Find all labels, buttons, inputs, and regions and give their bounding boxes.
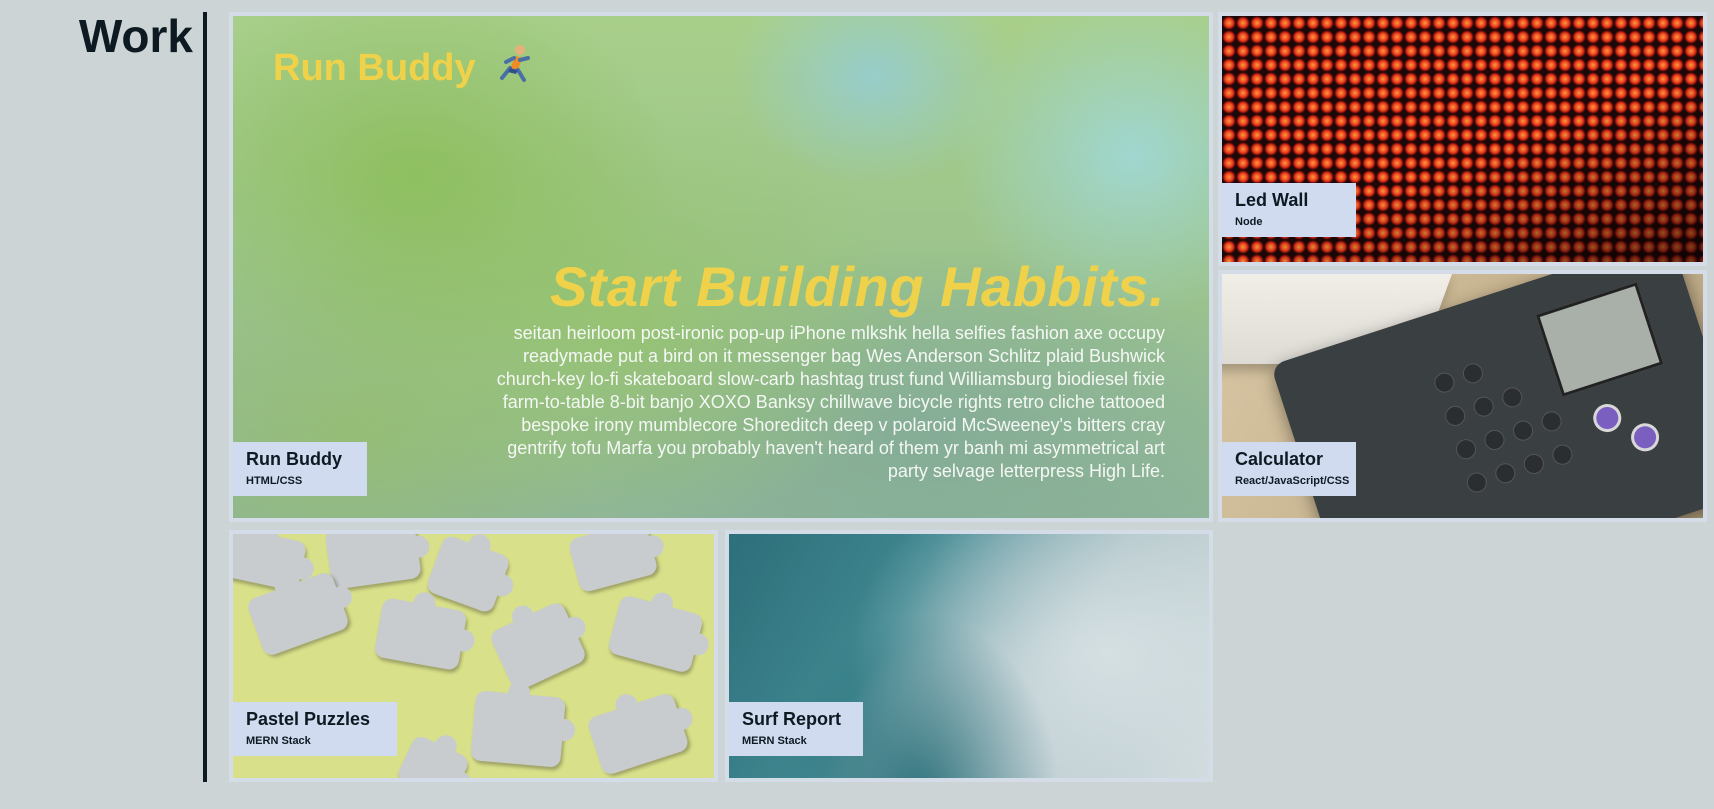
project-stack: MERN Stack bbox=[246, 735, 311, 747]
project-name: Pastel Puzzles bbox=[246, 709, 371, 729]
project-stack: MERN Stack bbox=[742, 735, 807, 747]
project-name: Led Wall bbox=[1235, 190, 1309, 210]
section-divider bbox=[203, 12, 207, 782]
project-card-run-buddy[interactable]: Run Buddy Start Building Habbits. seitan… bbox=[229, 12, 1213, 522]
project-card-led-wall[interactable]: Led Wall Node bbox=[1218, 12, 1707, 266]
run-buddy-body-text: seitan heirloom post-ironic pop-up iPhon… bbox=[496, 323, 1165, 481]
run-buddy-logo-text: Run Buddy bbox=[273, 47, 476, 89]
project-label: Surf Report MERN Stack bbox=[729, 702, 863, 756]
section-title: Work bbox=[78, 10, 193, 62]
run-buddy-headline: Start Building Habbits. bbox=[549, 255, 1165, 318]
project-card-surf-report[interactable]: Surf Report MERN Stack bbox=[725, 530, 1213, 782]
project-stack: HTML/CSS bbox=[246, 475, 303, 487]
project-name: Calculator bbox=[1235, 449, 1324, 469]
project-label: Run Buddy HTML/CSS bbox=[233, 442, 367, 496]
running-person-icon bbox=[496, 44, 534, 94]
run-buddy-logo: Run Buddy bbox=[273, 44, 534, 94]
project-stack: Node bbox=[1235, 216, 1263, 228]
project-label: Calculator React/JavaScript/CSS bbox=[1222, 442, 1356, 496]
project-stack: React/JavaScript/CSS bbox=[1235, 475, 1350, 487]
project-card-pastel-puzzles[interactable]: Pastel Puzzles MERN Stack bbox=[229, 530, 718, 782]
project-label: Pastel Puzzles MERN Stack bbox=[233, 702, 397, 756]
project-name: Surf Report bbox=[742, 709, 841, 729]
project-name: Run Buddy bbox=[246, 449, 342, 469]
project-label: Led Wall Node bbox=[1222, 183, 1356, 237]
project-card-calculator[interactable]: Calculator React/JavaScript/CSS bbox=[1218, 270, 1707, 522]
